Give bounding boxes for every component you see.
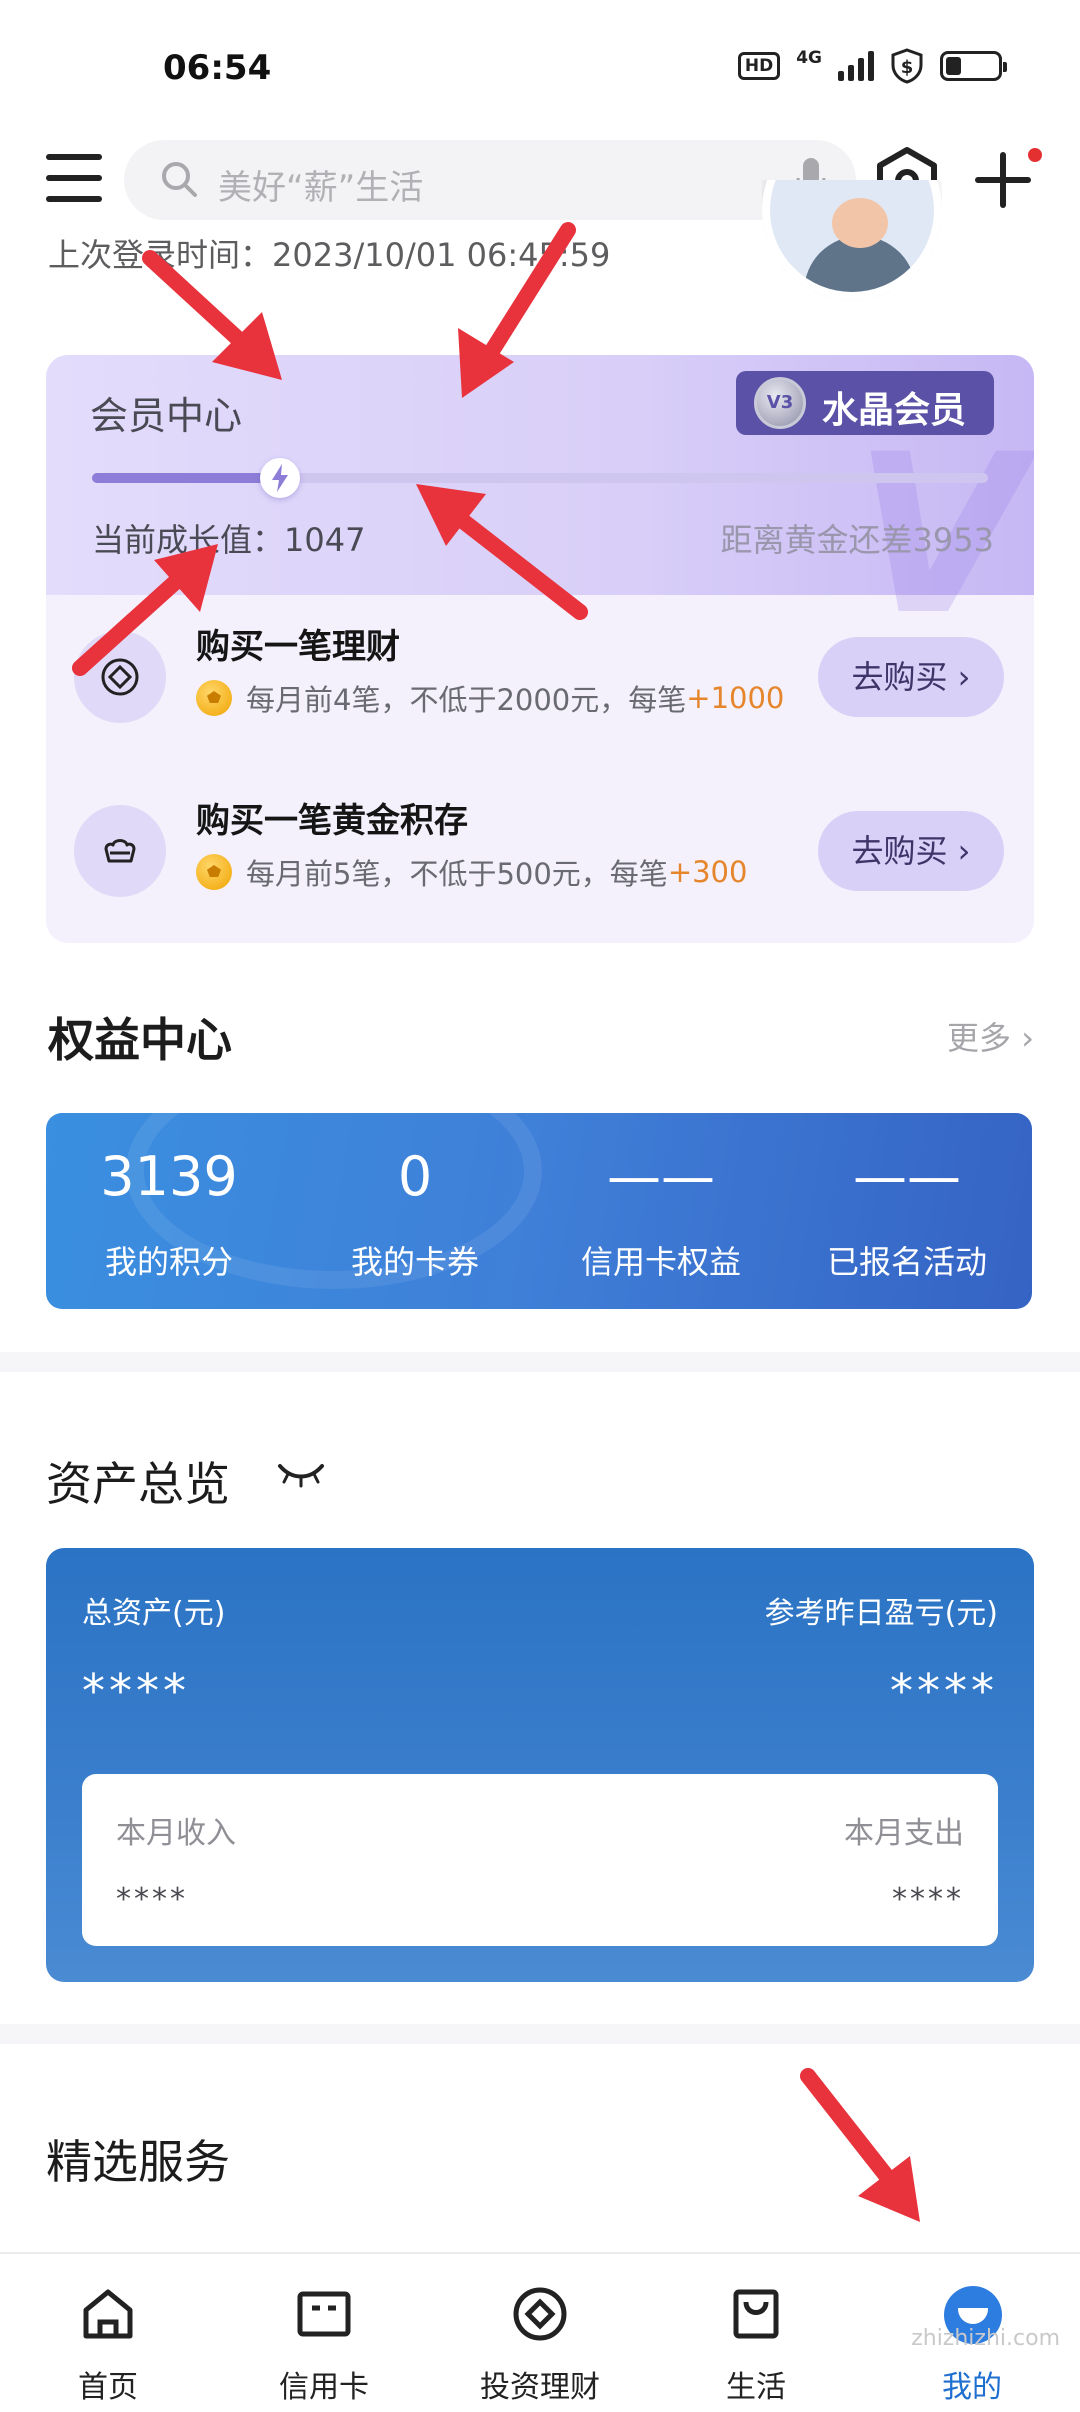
credit-card-icon <box>297 2291 351 2337</box>
eye-closed-icon[interactable] <box>276 1458 326 1488</box>
invest-icon <box>513 2287 567 2341</box>
total-assets-value: **** <box>82 1664 190 1718</box>
yesterday-pnl-value: **** <box>890 1664 998 1718</box>
red-arrow-icon <box>800 2068 920 2222</box>
member-header: V 会员中心 V3 水晶会员 当前成长值：1047 距离黄金还差3953 <box>46 355 1034 645</box>
task-title: 购买一笔黄金积存 <box>196 801 468 841</box>
target-icon <box>74 631 166 723</box>
search-input[interactable]: 美好“薪”生活 <box>124 140 856 220</box>
gold-ingot-icon <box>74 805 166 897</box>
buy-wealth-button[interactable]: 去购买 › <box>818 637 1004 717</box>
hd-icon: HD <box>737 52 781 80</box>
coin-icon <box>196 680 232 716</box>
services-title: 精选服务 <box>46 2135 230 2189</box>
member-level-label: 水晶会员 <box>822 390 967 431</box>
add-icon[interactable] <box>975 152 1031 208</box>
expense-value: **** <box>892 1882 964 1917</box>
task-title: 购买一笔理财 <box>196 627 400 667</box>
member-center-title: 会员中心 <box>90 394 243 438</box>
income-label: 本月收入 <box>116 1816 236 1851</box>
benefit-credit-card[interactable]: —— 信用卡权益 <box>538 1113 784 1309</box>
nav-credit-card[interactable]: 信用卡 <box>216 2254 432 2412</box>
section-divider <box>0 1352 1080 1372</box>
monthly-summary: 本月收入 本月支出 **** **** <box>82 1774 998 1946</box>
task-description: 每月前5笔，不低于500元，每笔 +300 <box>196 851 747 893</box>
task-description: 每月前4笔，不低于2000元，每笔 +1000 <box>196 677 784 719</box>
total-assets-label: 总资产(元) <box>82 1596 226 1631</box>
signal-icon <box>838 51 874 81</box>
assets-card[interactable]: 总资产(元) 参考昨日盈亏(元) **** **** 本月收入 本月支出 ***… <box>46 1548 1034 1982</box>
benefit-coupons[interactable]: 0 我的卡券 <box>292 1113 538 1309</box>
shield-dollar-icon: $ <box>891 48 923 84</box>
battery-icon <box>940 51 1007 81</box>
assets-title: 资产总览 <box>46 1457 230 1511</box>
battery-level <box>946 57 961 75</box>
watermark: zhizhizhi.com <box>911 2326 1060 2351</box>
shopping-bag-icon <box>733 2289 779 2339</box>
network-type-label: 4G <box>796 48 822 68</box>
growth-progress-bar <box>92 458 988 498</box>
status-icons: HD 4G $ <box>737 48 1007 84</box>
search-icon <box>162 162 197 197</box>
task-row: 购买一笔黄金积存 每月前5笔，不低于500元，每笔 +300 去购买 › <box>46 769 1034 929</box>
benefits-card: 3139 我的积分 0 我的卡券 —— 信用卡权益 —— 已报名活动 <box>46 1113 1032 1309</box>
yesterday-pnl-label: 参考昨日盈亏(元) <box>764 1596 998 1631</box>
buy-gold-button[interactable]: 去购买 › <box>818 811 1004 891</box>
home-icon <box>83 2289 133 2339</box>
status-bar: 06:54 HD 4G $ <box>0 0 1080 130</box>
growth-progress-fill <box>92 473 281 483</box>
gold-gap-text: 距离黄金还差3953 <box>720 521 994 559</box>
avatar[interactable] <box>762 180 942 300</box>
medal-icon: V3 <box>754 377 806 429</box>
expense-label: 本月支出 <box>844 1816 964 1851</box>
nav-home[interactable]: 首页 <box>0 2254 216 2412</box>
task-reward: +300 <box>667 855 748 889</box>
task-row: 购买一笔理财 每月前4笔，不低于2000元，每笔 +1000 去购买 › <box>46 595 1034 755</box>
lightning-icon <box>260 458 301 498</box>
search-placeholder: 美好“薪”生活 <box>218 168 424 208</box>
member-level-badge[interactable]: V3 水晶会员 <box>736 371 994 435</box>
income-value: **** <box>116 1882 188 1917</box>
status-time: 06:54 <box>163 48 272 88</box>
menu-icon[interactable] <box>46 154 102 202</box>
svg-text:$: $ <box>901 57 914 78</box>
growth-value: 当前成长值：1047 <box>92 521 366 559</box>
section-divider <box>0 2024 1080 2044</box>
member-center-card[interactable]: V 会员中心 V3 水晶会员 当前成长值：1047 距离黄金还差3953 购买一… <box>46 355 1034 943</box>
more-link[interactable]: 更多 › <box>947 1013 1034 1059</box>
benefit-activities[interactable]: —— 已报名活动 <box>784 1113 1030 1309</box>
coin-icon <box>196 854 232 890</box>
nav-life[interactable]: 生活 <box>648 2254 864 2412</box>
benefits-title: 权益中心 <box>48 1013 232 1067</box>
task-reward: +1000 <box>686 681 785 715</box>
benefit-points[interactable]: 3139 我的积分 <box>46 1113 292 1309</box>
notification-dot <box>1028 148 1042 162</box>
nav-invest[interactable]: 投资理财 <box>432 2254 648 2412</box>
